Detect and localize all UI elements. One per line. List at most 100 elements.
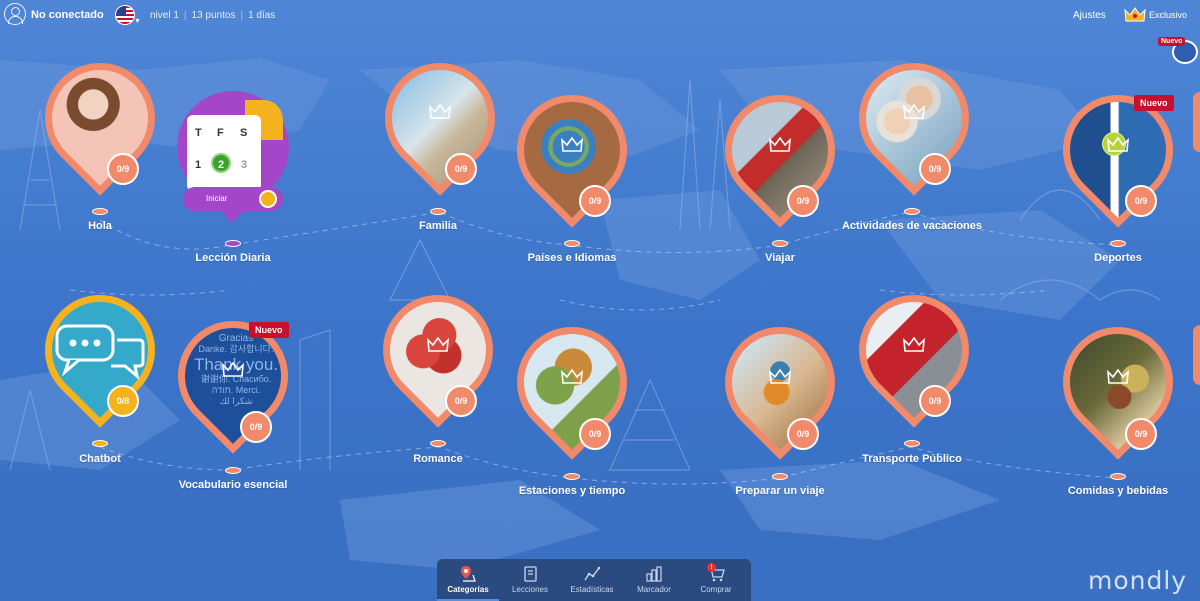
connection-status[interactable]: No conectado (31, 9, 104, 21)
category-label[interactable]: Deportes (1094, 252, 1142, 264)
new-badge: Nuevo (1134, 95, 1174, 111)
offscreen-pin[interactable] (1193, 325, 1200, 385)
coin-icon (259, 190, 277, 208)
category-label[interactable]: Estaciones y tiempo (519, 485, 625, 497)
world-map-background (0, 58, 1161, 570)
tab-categorias[interactable]: Categorías (437, 559, 499, 601)
tab-estadisticas[interactable]: Estadísticas (561, 559, 623, 601)
map-pin-icon (461, 566, 476, 582)
new-badge: Nuevo (249, 322, 289, 338)
day-number: 1 (195, 159, 202, 171)
calendar-card: T F S 1 2 3 (187, 115, 261, 191)
tab-label: Estadísticas (570, 585, 614, 594)
pin-dot (225, 467, 241, 474)
days-text: 1 días (248, 10, 276, 21)
us-flag-icon[interactable] (115, 5, 135, 25)
chat-bubbles-icon (55, 324, 145, 380)
premium-crown-icon (769, 137, 791, 152)
separator: | (183, 10, 187, 21)
chevron-down-icon[interactable]: ▼ (134, 18, 141, 25)
new-badge: Nuevo (1158, 37, 1186, 46)
pin-dot (564, 240, 580, 247)
category-label[interactable]: Vocabulario esencial (179, 479, 288, 491)
current-day-number: 2 (211, 153, 231, 173)
points-text: 13 puntos (191, 10, 236, 21)
alert-badge: ! (707, 563, 716, 572)
category-label[interactable]: Preparar un viaje (735, 485, 824, 497)
progress-score: 0/9 (240, 411, 272, 443)
day-number: 3 (241, 159, 248, 171)
progress-score: 0/9 (579, 185, 611, 217)
category-label[interactable]: Romance (413, 453, 463, 465)
tab-comprar[interactable]: Comprar (685, 559, 747, 601)
start-button[interactable]: Iniciar (206, 194, 227, 203)
progress-score: 0/9 (1125, 418, 1157, 450)
bottom-nav: Categorías Lecciones Estadísticas Marcad… (437, 559, 751, 601)
pin-dot (92, 440, 108, 447)
category-label[interactable]: Actividades de vacaciones (842, 220, 982, 232)
premium-crown-icon (903, 337, 925, 352)
progress-score: 0/9 (787, 185, 819, 217)
tab-label: Lecciones (511, 585, 549, 594)
premium-crown-icon (429, 104, 451, 119)
tab-lecciones[interactable]: Lecciones (499, 559, 561, 601)
progress-score: 0/9 (787, 418, 819, 450)
premium-crown-icon (427, 337, 449, 352)
category-label[interactable]: Familia (419, 220, 457, 232)
level-text: nivel 1 (150, 10, 179, 21)
category-label[interactable]: Comidas y bebidas (1068, 485, 1168, 497)
tab-label: Categorías (447, 585, 489, 594)
word-line: תודה. Merci. (211, 385, 261, 395)
premium-crown-icon (561, 137, 583, 152)
settings-link[interactable]: Ajustes (1073, 10, 1106, 21)
tab-label: Comprar (700, 585, 732, 594)
pin-dot (1110, 473, 1126, 480)
pin-dot (1110, 240, 1126, 247)
pin-dot (904, 208, 920, 215)
day-label: F (217, 127, 224, 139)
crown-icon[interactable] (1124, 6, 1146, 24)
mondly-logo: mondly (1088, 566, 1188, 595)
word-line: Danke. 감사합니다. (198, 344, 274, 354)
pin-dot (772, 240, 788, 247)
category-label[interactable]: Países e Idiomas (528, 252, 617, 264)
chart-icon (584, 566, 601, 581)
premium-crown-icon (1107, 137, 1129, 152)
leaderboard-icon (646, 566, 662, 582)
progress-score: 0/9 (1125, 185, 1157, 217)
day-label: T (195, 127, 202, 139)
pin-dot (430, 208, 446, 215)
category-label[interactable]: Transporte Público (862, 453, 962, 465)
progress-score: 0/9 (445, 153, 477, 185)
tab-marcador[interactable]: Marcador (623, 559, 685, 601)
book-icon (524, 566, 537, 582)
pointer-tip (221, 211, 243, 223)
progress-score: 0/9 (107, 153, 139, 185)
premium-crown-icon (222, 362, 244, 377)
exclusive-link[interactable]: Exclusivo (1149, 10, 1187, 20)
separator: | (240, 10, 244, 21)
pin-dot (904, 440, 920, 447)
pin-dot (564, 473, 580, 480)
category-label[interactable]: Lección Diaria (195, 252, 270, 264)
pin-dot (772, 473, 788, 480)
tab-label: Marcador (637, 585, 671, 594)
premium-crown-icon (769, 369, 791, 384)
premium-crown-icon (903, 104, 925, 119)
progress-score: 0/9 (919, 385, 951, 417)
offscreen-pin[interactable] (1193, 92, 1200, 152)
user-icon[interactable] (4, 3, 26, 25)
word-line: شكرا لك (219, 396, 253, 406)
category-label[interactable]: Viajar (765, 252, 795, 264)
progress-score: 0/9 (919, 153, 951, 185)
progress-score: 0/8 (107, 385, 139, 417)
progress-score: 0/9 (445, 385, 477, 417)
progress-score: 0/9 (579, 418, 611, 450)
pin-dot (92, 208, 108, 215)
pin-dot (430, 440, 446, 447)
category-label[interactable]: Hola (88, 220, 112, 232)
pin-dot (225, 240, 241, 247)
premium-crown-icon (561, 369, 583, 384)
user-stats: nivel 1 | 13 puntos | 1 días (150, 10, 275, 21)
category-label[interactable]: Chatbot (79, 453, 121, 465)
